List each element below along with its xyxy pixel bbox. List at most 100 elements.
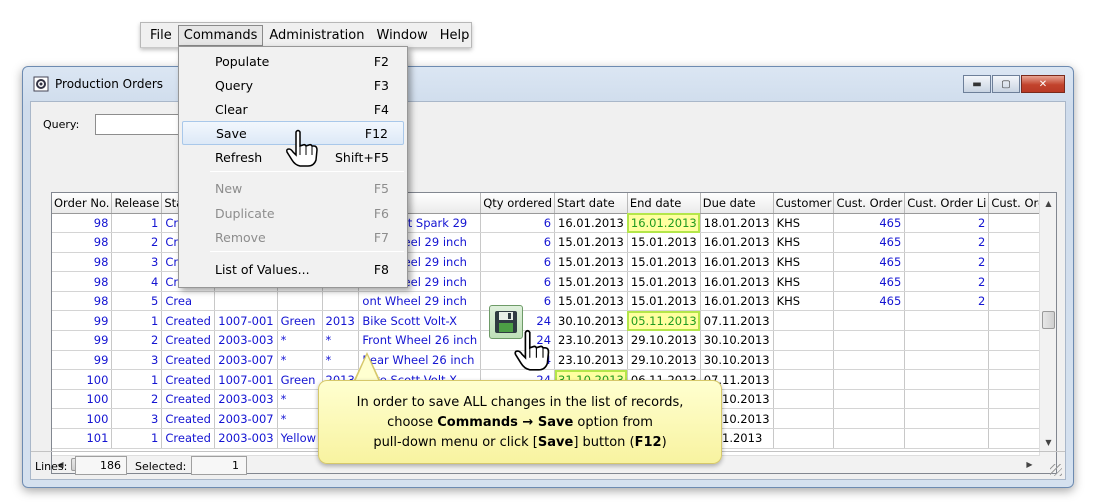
table-cell[interactable]: 2003-007 bbox=[214, 350, 278, 371]
table-cell[interactable] bbox=[904, 369, 990, 390]
menu-help[interactable]: Help bbox=[434, 25, 476, 46]
table-cell[interactable]: 15.01.2013 bbox=[627, 252, 701, 273]
resize-grip-icon[interactable] bbox=[1050, 464, 1062, 476]
menu-administration[interactable]: Administration bbox=[263, 25, 370, 46]
table-cell[interactable]: 3 bbox=[111, 408, 163, 430]
table-cell[interactable]: 1007-001 bbox=[214, 369, 278, 390]
column-header[interactable]: Qty ordered bbox=[480, 193, 556, 214]
table-cell[interactable]: 1 bbox=[111, 310, 163, 332]
table-cell[interactable]: 30.10.2013 bbox=[554, 310, 628, 332]
table-cell[interactable]: 15.01.2013 bbox=[627, 271, 701, 292]
column-header[interactable]: Start date bbox=[554, 193, 628, 214]
table-cell[interactable]: 16.01.2013 bbox=[700, 291, 774, 312]
menu-item-remove[interactable]: Remove F7 bbox=[182, 226, 404, 250]
table-cell[interactable]: 465 bbox=[833, 271, 906, 292]
table-cell[interactable]: 15.01.2013 bbox=[554, 271, 628, 292]
table-cell[interactable]: Green bbox=[277, 310, 323, 332]
table-cell[interactable]: 2003-003 bbox=[214, 389, 278, 410]
table-cell[interactable]: 4 bbox=[111, 271, 163, 292]
table-cell[interactable]: * bbox=[277, 389, 323, 410]
maximize-button[interactable]: ▢ bbox=[992, 75, 1020, 93]
table-cell[interactable]: * bbox=[322, 330, 360, 351]
scroll-down-icon[interactable]: ▼ bbox=[1040, 434, 1056, 451]
table-cell[interactable]: 1 bbox=[111, 213, 163, 234]
table-cell[interactable]: 29.10.2013 bbox=[627, 330, 701, 351]
table-cell[interactable] bbox=[904, 350, 990, 371]
table-cell[interactable]: 2 bbox=[904, 252, 990, 273]
table-cell[interactable]: 15.01.2013 bbox=[554, 291, 628, 312]
column-header[interactable]: Due date bbox=[700, 193, 774, 214]
table-cell[interactable] bbox=[773, 408, 835, 430]
table-cell[interactable]: 16.01.2013 bbox=[700, 271, 774, 292]
table-cell[interactable]: 98 bbox=[52, 271, 113, 292]
table-cell[interactable] bbox=[904, 428, 990, 449]
table-cell[interactable]: Created bbox=[161, 310, 216, 332]
table-cell[interactable] bbox=[833, 389, 906, 410]
table-cell[interactable]: 2 bbox=[111, 330, 163, 351]
table-cell[interactable]: Created bbox=[161, 369, 216, 390]
column-header[interactable]: Cust. Order Li bbox=[904, 193, 990, 214]
table-cell[interactable]: Yellow bbox=[277, 428, 323, 449]
table-cell[interactable]: 15.01.2013 bbox=[627, 232, 701, 253]
table-cell[interactable]: * bbox=[277, 350, 323, 371]
menu-item-query[interactable]: Query F3 bbox=[182, 74, 404, 98]
table-cell[interactable]: 30.10.2013 bbox=[700, 350, 774, 371]
menu-item-populate[interactable]: Populate F2 bbox=[182, 50, 404, 74]
table-cell[interactable] bbox=[833, 310, 906, 332]
table-cell[interactable]: 2 bbox=[904, 271, 990, 292]
table-cell[interactable]: 16.01.2013 bbox=[700, 252, 774, 273]
table-cell[interactable] bbox=[833, 408, 906, 430]
table-row[interactable]: 98 5 Crea ont Wheel 29 inch 6 15.01.2013 15.01… bbox=[52, 291, 1056, 312]
table-cell[interactable]: 15.01.2013 bbox=[554, 252, 628, 273]
table-cell[interactable]: 100 bbox=[52, 389, 113, 410]
table-cell[interactable]: 15.01.2013 bbox=[627, 291, 701, 312]
table-cell[interactable]: KHS bbox=[773, 271, 835, 292]
table-cell[interactable]: KHS bbox=[773, 291, 835, 312]
column-header[interactable]: Order No. bbox=[52, 193, 113, 214]
table-cell[interactable]: 2003-003 bbox=[214, 330, 278, 351]
table-cell[interactable] bbox=[214, 291, 278, 312]
table-cell[interactable] bbox=[904, 389, 990, 410]
table-cell[interactable]: 2 bbox=[904, 213, 990, 234]
table-cell[interactable]: 23.10.2013 bbox=[554, 330, 628, 351]
table-cell[interactable]: 99 bbox=[52, 350, 113, 371]
menu-commands[interactable]: Commands bbox=[177, 24, 264, 46]
table-cell[interactable]: Created bbox=[161, 350, 216, 371]
table-cell[interactable]: Created bbox=[161, 330, 216, 351]
table-cell[interactable]: 30.10.2013 bbox=[700, 330, 774, 351]
table-cell[interactable]: * bbox=[277, 330, 323, 351]
table-cell[interactable]: Green bbox=[277, 369, 323, 390]
table-cell[interactable]: 98 bbox=[52, 213, 113, 234]
table-cell[interactable]: 05.11.2013 bbox=[627, 310, 701, 332]
table-cell[interactable]: 2 bbox=[111, 232, 163, 253]
table-cell[interactable]: 15.01.2013 bbox=[554, 232, 628, 253]
menu-item-clear[interactable]: Clear F4 bbox=[182, 98, 404, 122]
table-cell[interactable]: 2003-007 bbox=[214, 408, 278, 430]
menu-item-list-of-values[interactable]: List of Values... F8 bbox=[182, 258, 404, 282]
table-row[interactable]: 99 2 Created 2003-003 * * Front Wheel 26 inch 2… bbox=[52, 330, 1056, 351]
table-cell[interactable]: Bike Scott Volt-X bbox=[358, 310, 482, 332]
table-cell[interactable]: 465 bbox=[833, 291, 906, 312]
table-cell[interactable]: 99 bbox=[52, 330, 113, 351]
table-cell[interactable]: Created bbox=[161, 428, 216, 449]
table-cell[interactable]: 6 bbox=[480, 271, 556, 292]
table-cell[interactable]: 99 bbox=[52, 310, 113, 332]
table-cell[interactable]: 29.10.2013 bbox=[627, 350, 701, 371]
table-cell[interactable]: 1 bbox=[111, 428, 163, 449]
menu-item-new[interactable]: New F5 bbox=[182, 177, 404, 201]
table-cell[interactable] bbox=[773, 350, 835, 371]
table-cell[interactable]: 6 bbox=[480, 232, 556, 253]
table-cell[interactable] bbox=[322, 291, 360, 312]
column-header[interactable]: Release bbox=[111, 193, 163, 214]
table-cell[interactable]: 98 bbox=[52, 252, 113, 273]
column-header[interactable]: Cust. Order bbox=[833, 193, 906, 214]
table-cell[interactable] bbox=[277, 291, 323, 312]
table-cell[interactable]: 100 bbox=[52, 408, 113, 430]
table-cell[interactable] bbox=[773, 330, 835, 351]
table-cell[interactable]: 18.01.2013 bbox=[700, 213, 774, 234]
table-cell[interactable]: KHS bbox=[773, 232, 835, 253]
minimize-button[interactable]: ▬ bbox=[963, 75, 991, 93]
table-cell[interactable]: 07.11.2013 bbox=[700, 310, 774, 332]
table-cell[interactable]: 1 bbox=[111, 369, 163, 390]
table-cell[interactable] bbox=[833, 428, 906, 449]
